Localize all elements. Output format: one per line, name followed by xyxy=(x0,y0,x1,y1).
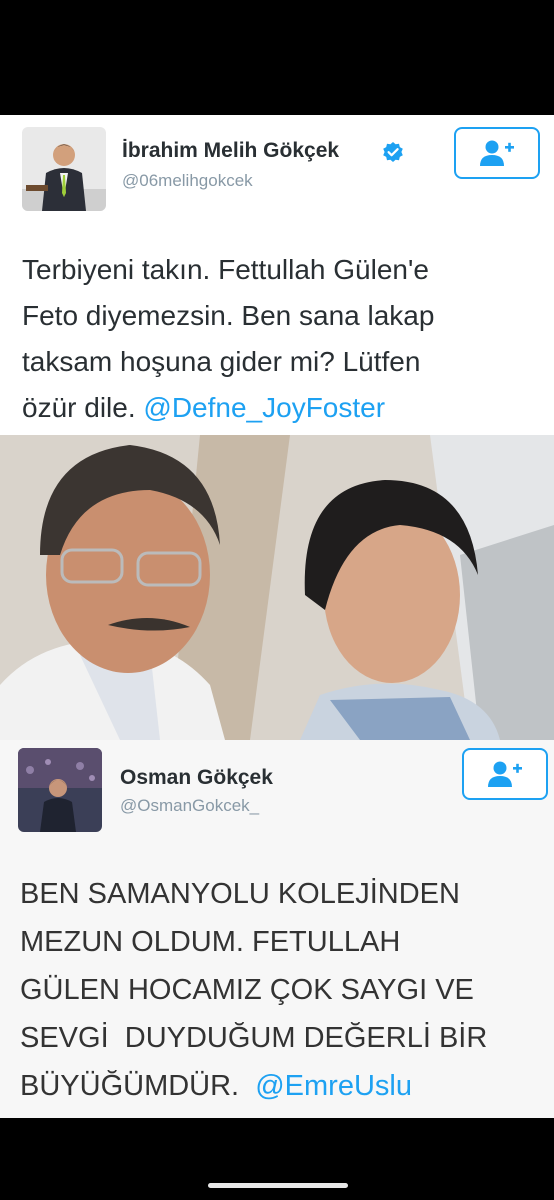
tweet-text-line: taksam hoşuna gider mi? Lütfen xyxy=(22,346,421,377)
tweet-photo xyxy=(0,435,554,740)
tweet-card-1: İbrahim Melih Gökçek @06melihgokcek Terb… xyxy=(0,115,554,435)
verified-badge-icon xyxy=(382,141,404,163)
tweet-text-line: Feto diyemezsin. Ben sana lakap xyxy=(22,300,435,331)
user-name[interactable]: Osman Gökçek xyxy=(120,766,273,790)
tweet-text-line: Terbiyeni takın. Fettullah Gülen'e xyxy=(22,254,429,285)
add-user-icon xyxy=(488,761,522,787)
tweet-text-line: BEN SAMANYOLU KOLEJİNDEN xyxy=(20,878,460,910)
add-user-icon xyxy=(480,140,514,166)
user-handle[interactable]: @06melihgokcek xyxy=(122,171,253,191)
tweet-text-fragment: özür dile. xyxy=(22,392,144,423)
tweet-text-line: MEZUN OLDUM. FETULLAH xyxy=(20,926,401,958)
tweet-card-2: Osman Gökçek @OsmanGokcek_ BEN SAMANYOLU… xyxy=(0,740,554,1118)
follow-button[interactable] xyxy=(462,748,548,800)
follow-button[interactable] xyxy=(454,127,540,179)
avatar[interactable] xyxy=(18,748,102,832)
avatar[interactable] xyxy=(22,127,106,211)
mention-link[interactable]: @EmreUslu xyxy=(255,1070,412,1102)
tweet-text-line: GÜLEN HOCAMIZ ÇOK SAYGI VE xyxy=(20,974,474,1006)
mention-link[interactable]: @Defne_JoyFoster xyxy=(143,392,385,423)
tweet-text-line-last: BÜYÜĞÜMDÜR. @EmreUslu xyxy=(20,1062,487,1110)
home-indicator[interactable] xyxy=(208,1183,348,1188)
tweet-text-line: SEVGİ DUYDUĞUM DEĞERLİ BİR xyxy=(20,1022,488,1054)
tweet-text: Terbiyeni takın. Fettullah Gülen'e Feto … xyxy=(22,247,434,431)
tweet-text-line-last: özür dile. @Defne_JoyFoster xyxy=(22,385,434,431)
tweet-text: BEN SAMANYOLU KOLEJİNDEN MEZUN OLDUM. FE… xyxy=(20,870,487,1110)
user-handle[interactable]: @OsmanGokcek_ xyxy=(120,796,259,816)
tweet-text-fragment: BÜYÜĞÜMDÜR. xyxy=(20,1070,256,1102)
user-name[interactable]: İbrahim Melih Gökçek xyxy=(122,139,339,163)
